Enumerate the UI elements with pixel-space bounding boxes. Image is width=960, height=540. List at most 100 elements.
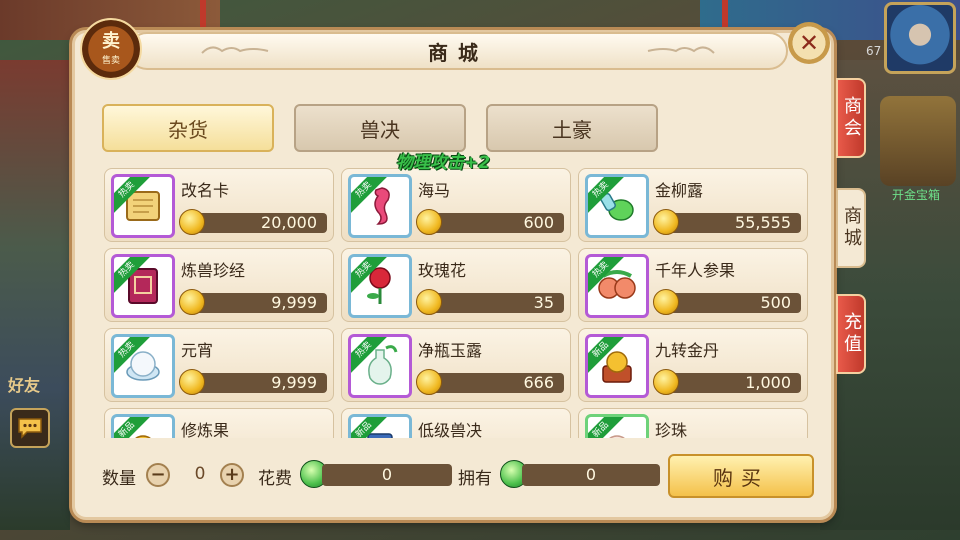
buy-label: 购买 xyxy=(713,465,769,490)
item-price: 55,555 xyxy=(735,213,791,232)
tab-label: 土豪 xyxy=(552,117,592,142)
buff-popup-text: 物理攻击+2 xyxy=(396,153,491,173)
player-avatar[interactable] xyxy=(884,2,956,74)
item-price: 666 xyxy=(523,373,554,392)
coin-icon xyxy=(179,209,205,235)
item-name: 元宵 xyxy=(181,341,214,360)
shop-item-jade-dew[interactable]: 热卖 净瓶玉露 666 xyxy=(341,328,571,402)
item-icon-frame: 新品 xyxy=(585,414,649,438)
coin-icon xyxy=(416,209,442,235)
shop-item-seahorse[interactable]: 热卖 海马 600 xyxy=(341,168,571,242)
item-name: 炼兽珍经 xyxy=(181,261,246,280)
item-name: 九转金丹 xyxy=(655,341,720,360)
shop-title: 商城 xyxy=(428,40,488,65)
coin-icon xyxy=(653,289,679,315)
shop-item-rename-card[interactable]: 热卖 改名卡 20,000 xyxy=(104,168,334,242)
quantity-value[interactable]: 0 xyxy=(180,464,220,484)
price-bar: 1,000 xyxy=(665,373,801,393)
quantity-label: 数量 xyxy=(102,469,136,489)
item-price: 600 xyxy=(523,213,554,232)
shop-item-golden-elixir[interactable]: 新品 九转金丹 1,000 xyxy=(578,328,808,402)
shop-item-beast-scripture[interactable]: 热卖 炼兽珍经 9,999 xyxy=(104,248,334,322)
item-name: 低级兽决 xyxy=(418,421,483,438)
side-tab-chamber[interactable]: 商会 xyxy=(836,78,866,158)
side-tab-label: 商会 xyxy=(841,96,862,140)
price-bar: 55,555 xyxy=(665,213,801,233)
plus-icon: + xyxy=(224,464,240,485)
item-name: 千年人参果 xyxy=(655,261,736,280)
side-tab-label: 商城 xyxy=(841,206,862,250)
bg-building-left xyxy=(0,60,70,530)
tab-groceries[interactable]: 杂货 xyxy=(102,104,274,152)
coin-icon xyxy=(416,289,442,315)
item-grid: 热卖 改名卡 20,000 热卖 海马 600 热卖 金柳露 55,555 热卖… xyxy=(100,166,812,438)
item-icon-frame: 热卖 xyxy=(585,254,649,318)
player-level: 67 xyxy=(866,44,882,58)
item-price: 20,000 xyxy=(261,213,317,232)
side-tab-recharge[interactable]: 充值 xyxy=(836,294,866,374)
quantity-increase-button[interactable]: + xyxy=(220,463,244,487)
item-icon-frame: 新品 xyxy=(111,414,175,438)
quantity-decrease-button[interactable]: − xyxy=(146,463,170,487)
close-button[interactable]: ✕ xyxy=(788,22,830,64)
item-name: 修炼果 xyxy=(181,421,230,438)
owned-value: 0 xyxy=(522,464,660,486)
item-name: 玫瑰花 xyxy=(418,261,467,280)
shop-title-bar: 商城 xyxy=(128,32,788,70)
price-bar: 20,000 xyxy=(191,213,327,233)
treasure-chest-icon[interactable] xyxy=(880,96,956,186)
cloud-ornament-icon xyxy=(647,46,715,54)
emblem-label: 售卖 xyxy=(101,55,120,66)
tab-beast-skills[interactable]: 兽决 xyxy=(294,104,466,152)
chat-button[interactable] xyxy=(10,408,50,448)
cloud-ornament-icon xyxy=(201,46,269,54)
coin-icon xyxy=(179,369,205,395)
item-name: 金柳露 xyxy=(655,181,704,200)
item-icon-frame: 热卖 xyxy=(111,334,175,398)
item-icon-frame: 热卖 xyxy=(348,174,412,238)
shop-item-golden-willow-dew[interactable]: 热卖 金柳露 55,555 xyxy=(578,168,808,242)
coin-icon xyxy=(179,289,205,315)
cost-label: 花费 xyxy=(258,469,292,489)
item-icon-frame: 新品 xyxy=(348,414,412,438)
item-icon-frame: 热卖 xyxy=(348,334,412,398)
price-bar: 600 xyxy=(428,213,564,233)
minus-icon: − xyxy=(150,464,166,485)
shop-item-rice-ball[interactable]: 热卖 元宵 9,999 xyxy=(104,328,334,402)
shop-item-cultivation-fruit[interactable]: 新品 修炼果 xyxy=(104,408,334,438)
shop-emblem: 卖 售卖 xyxy=(80,18,142,80)
close-icon: ✕ xyxy=(798,29,820,57)
shop-item-rose[interactable]: 热卖 玫瑰花 35 xyxy=(341,248,571,322)
shop-item-low-beast-skill[interactable]: 新品 低级兽决 xyxy=(341,408,571,438)
shop-item-ginseng-fruit[interactable]: 热卖 千年人参果 500 xyxy=(578,248,808,322)
friends-button[interactable]: 好友 xyxy=(8,372,40,396)
item-icon-frame: 热卖 xyxy=(111,174,175,238)
emblem-glyph: 卖 xyxy=(102,30,120,52)
side-tab-mall[interactable]: 商城 xyxy=(836,188,866,268)
coin-icon xyxy=(653,369,679,395)
item-price: 9,999 xyxy=(271,373,317,392)
coin-icon xyxy=(653,209,679,235)
price-bar: 500 xyxy=(665,293,801,313)
item-price: 9,999 xyxy=(271,293,317,312)
buy-button[interactable]: 购买 xyxy=(668,454,814,498)
item-name: 海马 xyxy=(418,181,451,200)
cost-value: 0 xyxy=(322,464,452,486)
item-name: 珍珠 xyxy=(655,421,688,438)
item-icon-frame: 热卖 xyxy=(585,174,649,238)
shop-item-pearl[interactable]: 新品 珍珠 xyxy=(578,408,808,438)
side-tab-label: 充值 xyxy=(841,312,862,356)
tab-label: 兽决 xyxy=(360,117,400,142)
item-name: 净瓶玉露 xyxy=(418,341,483,360)
item-icon-frame: 新品 xyxy=(585,334,649,398)
price-bar: 9,999 xyxy=(191,373,327,393)
tab-tycoon[interactable]: 土豪 xyxy=(486,104,658,152)
chat-bubble-icon xyxy=(18,418,42,439)
item-name: 改名卡 xyxy=(181,181,230,200)
owned-label: 拥有 xyxy=(458,469,492,489)
chest-caption: 开金宝箱 xyxy=(891,188,940,202)
coin-icon xyxy=(416,369,442,395)
price-bar: 9,999 xyxy=(191,293,327,313)
item-icon-frame: 热卖 xyxy=(111,254,175,318)
price-bar: 666 xyxy=(428,373,564,393)
